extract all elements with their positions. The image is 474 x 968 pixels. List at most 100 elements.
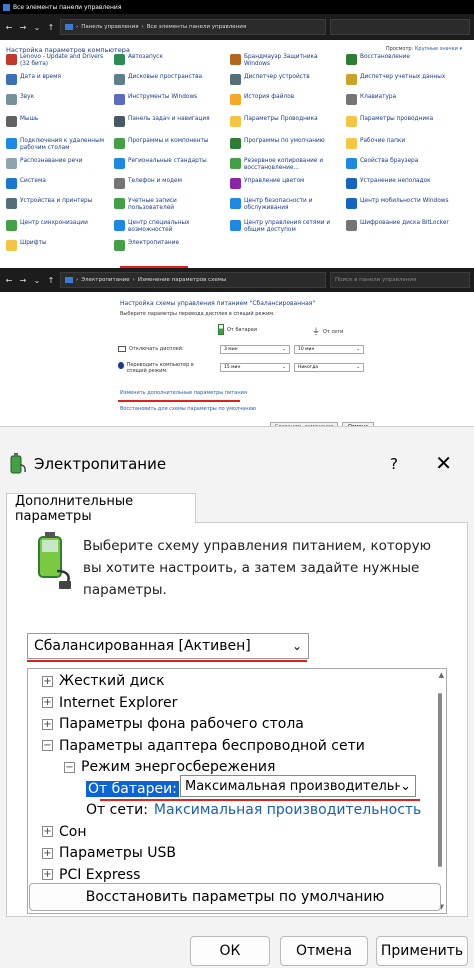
battery-value-select[interactable]: Максимальная производительно ⌄ [180, 775, 416, 797]
remote-desktop-icon [6, 138, 17, 149]
cp-item[interactable]: Дисковые пространства [114, 74, 222, 85]
tab-advanced[interactable]: Дополнительные параметры [6, 493, 196, 524]
sleep-ac-select[interactable]: Никогда ⌄ [294, 363, 364, 372]
cp-item[interactable]: Центр управления сетями и общим доступом [230, 220, 338, 234]
cp-item[interactable]: Диспетчер устройств [230, 74, 338, 85]
cp-item[interactable]: Клавиатура [346, 94, 454, 105]
cp-item[interactable]: Центр специальных возможностей [114, 220, 222, 234]
tree-item[interactable]: От батареи: [86, 780, 179, 797]
cp-item[interactable]: Региональные стандарты [114, 158, 222, 169]
cp-item[interactable]: Программы по умолчанию [230, 138, 338, 149]
tree-item[interactable]: − Режим энергосбережения [64, 759, 275, 775]
mouse-icon [6, 116, 17, 127]
cp-item[interactable]: Система [6, 178, 114, 189]
tree-item[interactable]: От сети: Максимальная производительность [86, 802, 421, 818]
advanced-settings-link[interactable]: Изменить дополнительные параметры питани… [120, 390, 247, 396]
cp-item[interactable]: Учетные записи пользователей [114, 198, 222, 212]
collapse-icon[interactable]: − [42, 740, 53, 751]
cp-item[interactable]: Панель задач и навигация [114, 116, 222, 127]
search-input[interactable] [330, 19, 470, 35]
back-icon[interactable]: ← [4, 23, 14, 32]
address-bar[interactable]: › Электропитание › Изменение параметров … [60, 272, 326, 288]
cp-item-label: История файлов [244, 94, 295, 100]
tree-item[interactable]: − Параметры адаптера беспроводной сети [42, 738, 365, 754]
cp-item[interactable]: Управление цветом [230, 178, 338, 189]
up-icon[interactable]: ↑ [46, 23, 56, 32]
display-battery-select[interactable]: 3 мин ⌄ [220, 345, 290, 354]
up-icon[interactable]: ↑ [46, 276, 56, 285]
collapse-icon[interactable]: − [64, 761, 75, 773]
cp-item-label: Диспетчер учетных данных [360, 74, 446, 80]
expand-icon[interactable]: + [42, 826, 53, 837]
settings-tree[interactable]: ▲ ▼ + Жесткий диск + Internet Explorer + Пара… [27, 668, 447, 914]
cp-item[interactable]: Телефон и модем [114, 178, 222, 189]
cp-item[interactable]: Шрифты [6, 240, 114, 251]
address-bar[interactable]: › Панель управления › Все элементы панел… [60, 19, 326, 35]
cp-item[interactable]: Устранение неполадок [346, 178, 454, 189]
cp-item-label: Инструменты Windows [128, 94, 198, 100]
cp-item[interactable]: Свойства браузера [346, 158, 454, 169]
cp-item[interactable]: Резервное копирование и восстановление..… [230, 158, 338, 172]
chevron-down-icon[interactable]: ⌄ [32, 23, 42, 32]
cp-item[interactable]: Центр синхронизации [6, 220, 114, 231]
cp-item[interactable]: Параметры Проводника [230, 116, 338, 127]
restore-plan-link[interactable]: Восстановить для схемы параметры по умол… [120, 406, 256, 412]
breadcrumb-item[interactable]: Изменение параметров схемы [138, 277, 226, 283]
cp-item[interactable]: Диспетчер учетных данных [346, 74, 454, 85]
cp-item[interactable]: Дата и время [6, 74, 114, 85]
cp-item[interactable]: История файлов [230, 94, 338, 105]
ok-button[interactable]: ОК [190, 936, 270, 966]
cp-item[interactable]: Центр мобильности Windows [346, 198, 454, 209]
cp-item[interactable]: Параметры проводника [346, 116, 454, 127]
scroll-up-icon[interactable]: ▲ [439, 671, 444, 679]
cp-item[interactable]: Мышь [6, 116, 114, 127]
cp-item-label: Свойства браузера [360, 158, 419, 164]
scheme-select[interactable]: Сбалансированная [Активен] ⌄ [27, 633, 309, 659]
cp-item[interactable]: Инструменты Windows [114, 94, 222, 105]
tree-item[interactable]: + Параметры фона рабочего стола [42, 716, 304, 732]
expand-icon[interactable]: + [42, 847, 53, 859]
cp-item[interactable]: Подключения к удаленным рабочим столам [6, 138, 114, 152]
tree-item[interactable]: + Сон [42, 824, 87, 840]
cp-item[interactable]: Рабочие папки [346, 138, 454, 149]
help-icon[interactable]: ? [390, 455, 398, 473]
forward-icon[interactable]: → [18, 276, 28, 285]
view-selector[interactable]: Просмотр: Крупные значки ▾ [386, 46, 462, 52]
breadcrumb-item[interactable]: Электропитание [81, 277, 129, 283]
cp-item[interactable]: Звук [6, 94, 114, 105]
expand-icon[interactable]: + [42, 697, 53, 708]
apply-button[interactable]: Применить [376, 936, 468, 966]
back-icon[interactable]: ← [4, 276, 14, 285]
cp-item[interactable]: Шифрование диска BitLocker [346, 220, 454, 231]
expand-icon[interactable]: + [42, 869, 53, 880]
restore-defaults-button[interactable]: Восстановить параметры по умолчанию [29, 883, 441, 911]
display-ac-select[interactable]: 10 мин ⌄ [294, 345, 364, 354]
search-input[interactable]: Поиск в панели управления [330, 272, 470, 288]
cp-item[interactable]: Программы и компоненты [114, 138, 222, 149]
cp-item[interactable]: Автозапуск [114, 54, 222, 65]
forward-icon[interactable]: → [18, 23, 28, 32]
cancel-button[interactable]: Отмена [280, 936, 368, 966]
tree-item[interactable]: + Жесткий диск [42, 673, 165, 689]
scrollbar-thumb[interactable] [438, 693, 442, 867]
chevron-down-icon[interactable]: ⌄ [32, 276, 42, 285]
cp-item[interactable]: Электропитание [114, 240, 222, 251]
cp-item-label: Клавиатура [360, 94, 397, 100]
cp-item[interactable]: Восстановление [346, 54, 454, 65]
cp-item[interactable]: Брандмауэр Защитника Windows [230, 54, 338, 68]
sleep-battery-select[interactable]: 15 мин ⌄ [220, 363, 290, 372]
cp-item[interactable]: Распознавание речи [6, 158, 114, 169]
breadcrumb-item[interactable]: Панель управления [81, 24, 138, 30]
expand-icon[interactable]: + [42, 675, 53, 687]
cp-item[interactable]: Устройства и принтеры [6, 198, 114, 209]
close-icon[interactable]: ✕ [435, 451, 452, 475]
cp-item[interactable]: Lenovo - Update and Drivers (32 бита) [6, 54, 114, 68]
tree-item[interactable]: + Параметры USB [42, 845, 176, 861]
tree-item[interactable]: + PCI Express [42, 867, 140, 883]
ac-value-link[interactable]: Максимальная производительность [154, 802, 421, 818]
expand-icon[interactable]: + [42, 718, 53, 730]
tree-item[interactable]: + Internet Explorer [42, 695, 177, 711]
cp-item[interactable]: Центр безопасности и обслуживания [230, 198, 338, 212]
breadcrumb-item[interactable]: Все элементы панели управления [147, 24, 246, 30]
speech-icon [6, 158, 17, 169]
